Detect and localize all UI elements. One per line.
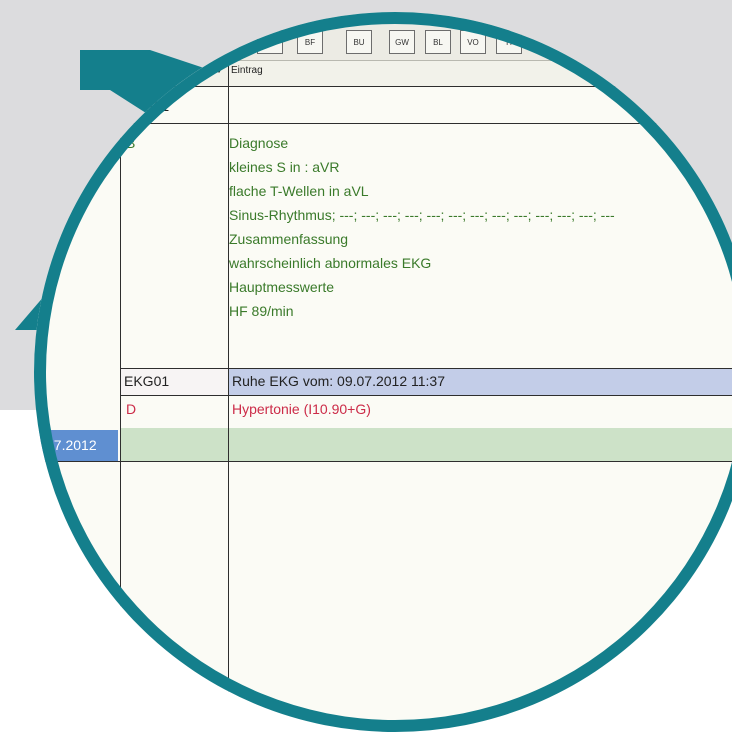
table-header — [120, 61, 732, 86]
toolbar-button-bf[interactable]: BF — [297, 30, 323, 54]
toolbar-button-bu[interactable]: BU — [346, 30, 372, 54]
toolbar-button-gw[interactable]: GW — [389, 30, 415, 54]
diagnosis-line: flache T-Wellen in aVL — [229, 183, 369, 199]
row-divider — [120, 368, 732, 369]
toolbar-button-bl[interactable]: BL — [425, 30, 451, 54]
toolbar-button-vo[interactable]: VO — [460, 30, 486, 54]
diagnosis-line: Diagnose — [229, 135, 289, 151]
toolbar-button-more[interactable]: ... — [257, 30, 283, 54]
row-hypertension-code: D — [126, 401, 137, 417]
row-date-label: 07.2012 — [46, 437, 97, 453]
toolbar-button-h[interactable]: H — [496, 30, 522, 54]
row-divider — [120, 395, 732, 396]
diagnosis-line: HF 89/min — [229, 303, 294, 319]
row-divider — [120, 86, 732, 87]
diagnosis-line: Hauptmesswerte — [229, 279, 335, 295]
diagnosis-line: Sinus-Rhythmus; ---; ---; ---; ---; ---;… — [229, 207, 615, 223]
row-ekg-result-code: EKG01 — [124, 373, 170, 389]
diagnosis-line: wahrscheinlich abnormales EKG — [229, 255, 432, 271]
magnified-screen: ... BF BU GW BL VO H Eintrag EKG01 B Dia… — [34, 12, 732, 732]
column-divider — [120, 61, 121, 732]
row-divider — [120, 123, 732, 124]
row-ekg01-code: EKG01 — [124, 98, 170, 114]
diagnosis-line: kleines S in : aVR — [229, 159, 340, 175]
row-hypertension-entry: Hypertonie (I10.90+G) — [232, 401, 371, 417]
row-ekg-result-entry: Ruhe EKG vom: 09.07.2012 11:37 — [232, 373, 445, 389]
column-header-entry[interactable]: Eintrag — [231, 65, 263, 76]
diagnosis-line: Zusammenfassung — [229, 231, 349, 247]
magnifier-lens: ... BF BU GW BL VO H Eintrag EKG01 B Dia… — [34, 12, 732, 732]
row-diagnosis-code: B — [126, 135, 136, 151]
date-row-highlight — [120, 428, 732, 461]
row-divider — [34, 461, 732, 462]
sort-arrow-icon[interactable] — [215, 67, 223, 73]
toolbar: ... BF BU GW BL VO H — [34, 12, 732, 61]
